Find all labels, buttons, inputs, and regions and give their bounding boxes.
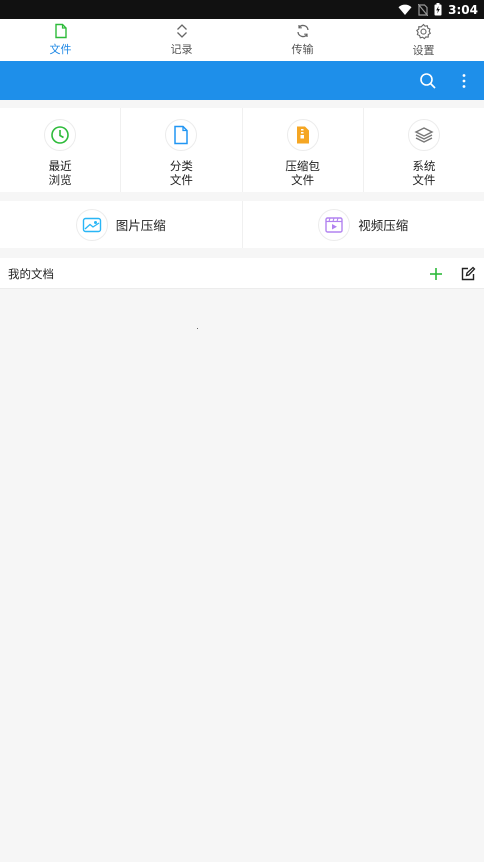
search-icon: [420, 72, 436, 89]
category-classified-label: 分类 文件: [170, 159, 193, 187]
category-grid: 最近 浏览 分类 文件 压缩包 文件 系统 文件: [0, 108, 484, 192]
category-label-line: 压缩包: [285, 159, 320, 173]
gear-icon: [416, 23, 432, 39]
video-compress-icon-wrap: [318, 208, 351, 241]
category-archives-label: 压缩包 文件: [285, 159, 320, 187]
tab-settings-label: 设置: [412, 43, 435, 57]
category-label-line: 文件: [291, 173, 315, 187]
document-icon: [174, 125, 189, 145]
category-label-line: 浏览: [48, 173, 72, 187]
category-system[interactable]: 系统 文件: [364, 108, 484, 192]
top-tab-bar: 文件 记录 传输 设置: [0, 19, 484, 61]
status-icons: 3:04: [398, 1, 478, 18]
category-recent-label: 最近 浏览: [49, 159, 72, 187]
sync-icon: [296, 24, 309, 38]
divider-dot: [197, 328, 198, 329]
zip-icon: [296, 126, 309, 144]
category-label-line: 文件: [169, 173, 193, 187]
tab-records-label: 记录: [170, 43, 193, 56]
category-archives-icon-wrap: [286, 119, 319, 151]
more-vert-icon: [462, 73, 466, 88]
tab-records[interactable]: 记录: [121, 19, 242, 61]
my-documents-title: 我的文档: [8, 267, 54, 281]
image-compress-icon-wrap: [75, 208, 108, 241]
edit-icon: [461, 266, 476, 281]
tab-settings[interactable]: 设置: [363, 19, 484, 61]
image-compress-label: 图片压缩: [115, 218, 166, 233]
category-label-line: 最近: [48, 159, 72, 173]
category-system-icon-wrap: [407, 119, 440, 151]
action-toolbar: [0, 61, 484, 100]
image-icon: [82, 217, 101, 232]
image-compress-button[interactable]: 图片压缩: [0, 201, 243, 248]
status-bar: 3:04: [0, 0, 484, 19]
category-system-label: 系统 文件: [412, 159, 435, 187]
plus-icon: [430, 268, 442, 280]
file-icon: [54, 23, 67, 39]
category-recent[interactable]: 最近 浏览: [0, 108, 122, 192]
video-compress-label: 视频压缩: [358, 218, 409, 233]
updown-chevron-icon: [176, 24, 187, 38]
video-icon: [325, 216, 343, 233]
search-button[interactable]: [410, 61, 446, 100]
clock-icon: [51, 126, 69, 144]
video-compress-button[interactable]: 视频压缩: [243, 201, 484, 248]
my-documents-header: 我的文档: [0, 258, 484, 289]
category-label-line: 分类: [169, 159, 193, 173]
category-classified-icon-wrap: [165, 119, 198, 151]
category-label-line: 文件: [412, 173, 436, 187]
tab-files-label: 文件: [49, 43, 72, 56]
wifi-icon: [398, 4, 412, 15]
no-sim-icon: [418, 3, 429, 16]
layers-icon: [414, 127, 434, 143]
status-time: 3:04: [448, 2, 478, 17]
documents-list-area: [0, 290, 484, 862]
category-classified[interactable]: 分类 文件: [121, 108, 243, 192]
category-archives[interactable]: 压缩包 文件: [243, 108, 364, 192]
compress-row: 图片压缩 视频压缩: [0, 201, 484, 248]
tab-transfer-label: 传输: [291, 43, 314, 56]
category-recent-icon-wrap: [44, 119, 77, 151]
edit-documents-button[interactable]: [458, 264, 478, 284]
add-document-button[interactable]: [426, 264, 446, 284]
tab-files[interactable]: 文件: [0, 19, 121, 61]
category-label-line: 系统: [412, 159, 436, 173]
overflow-menu-button[interactable]: [446, 61, 482, 100]
tab-transfer[interactable]: 传输: [242, 19, 363, 61]
battery-charging-icon: [434, 3, 442, 16]
